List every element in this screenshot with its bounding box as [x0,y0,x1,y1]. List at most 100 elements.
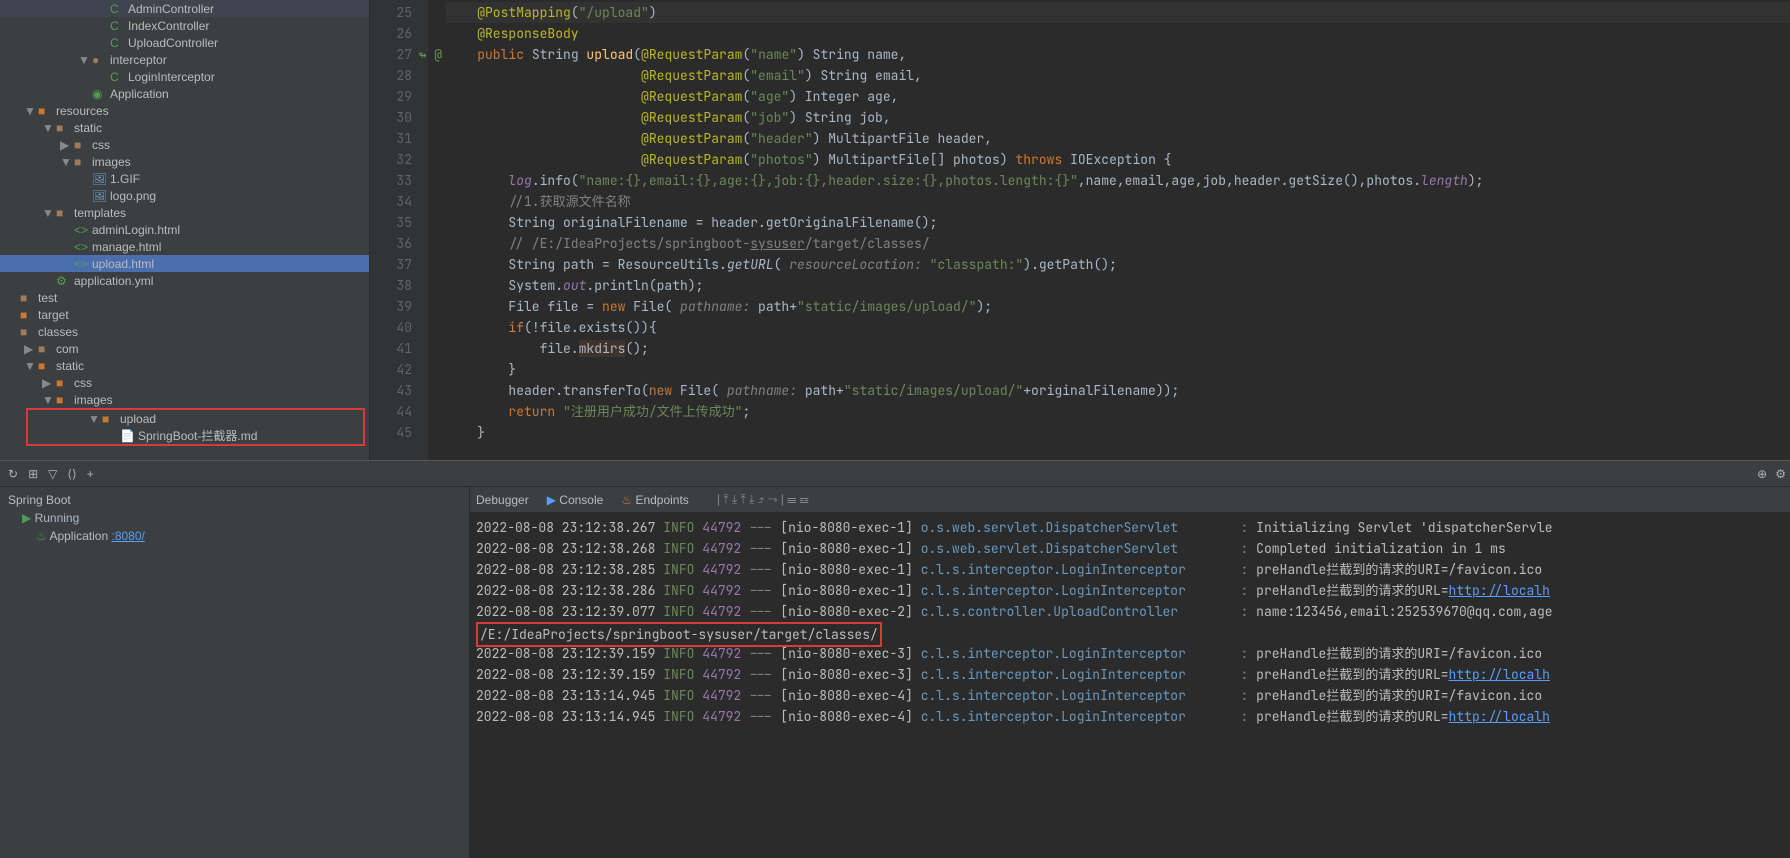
code-line[interactable]: @ResponseBody [446,23,1790,44]
tree-item[interactable]: ⚙application.yml [0,272,369,289]
tab-console[interactable]: ▶ Console [547,493,604,507]
code-line[interactable]: header.transferTo(new File( pathname: pa… [446,380,1790,401]
line-number[interactable]: 44 [370,401,412,422]
file-icon: C [110,2,124,16]
tree-item[interactable]: <>manage.html [0,238,369,255]
line-number[interactable]: 26 [370,23,412,44]
code-line[interactable]: File file = new File( pathname: path+"st… [446,296,1790,317]
tree-item[interactable]: ▼■static [0,357,369,374]
tree-item[interactable]: CLoginInterceptor [0,68,369,85]
tree-item[interactable]: 📄SpringBoot-拦截器.md [28,427,363,444]
line-number[interactable]: 39 [370,296,412,317]
settings-icon[interactable]: ⊕ [1757,467,1767,481]
add-icon[interactable]: + [87,467,94,481]
line-number[interactable]: 45 [370,422,412,443]
tree-item[interactable]: <>adminLogin.html [0,221,369,238]
line-number[interactable]: 41 [370,338,412,359]
tree-arrow-icon[interactable]: ▼ [24,104,36,118]
project-tree[interactable]: CAdminControllerCIndexControllerCUploadC… [0,0,370,460]
line-number[interactable]: 35 [370,212,412,233]
tree-item[interactable]: ▶■com [0,340,369,357]
tree-item[interactable]: ▼■templates [0,204,369,221]
tree-item[interactable]: ■target [0,306,369,323]
line-number[interactable]: 42 [370,359,412,380]
step-icons[interactable]: | ⤒ ⤓ ⤒ ⤓ ⤴ ⤳ | ☰ ☲ [717,492,809,507]
top-section: CAdminControllerCIndexControllerCUploadC… [0,0,1790,460]
tree-item[interactable]: CUploadController [0,34,369,51]
code-line[interactable]: file.mkdirs(); [446,338,1790,359]
code-line[interactable]: @RequestParam("age") Integer age, [446,86,1790,107]
code-line[interactable]: @RequestParam("photos") MultipartFile[] … [446,149,1790,170]
line-number[interactable]: 36 [370,233,412,254]
code-line[interactable]: public String upload(@RequestParam("name… [446,44,1790,65]
line-number[interactable]: 33 [370,170,412,191]
layout-icon[interactable]: ⊞ [28,467,38,481]
line-number[interactable]: 29 [370,86,412,107]
code-line[interactable]: } [446,422,1790,443]
tree-arrow-icon[interactable]: ▼ [88,412,100,426]
tree-arrow-icon[interactable]: ▶ [60,138,72,152]
line-number[interactable]: 38 [370,275,412,296]
tree-label: images [74,393,113,407]
tree-item[interactable]: CIndexController [0,17,369,34]
tree-arrow-icon[interactable]: ▶ [24,342,36,356]
tree-arrow-icon[interactable]: ▼ [42,121,54,135]
code-area[interactable]: @PostMapping("/upload") @ResponseBody pu… [428,0,1790,460]
tree-item[interactable]: ◉Application [0,85,369,102]
line-number[interactable]: 31 [370,128,412,149]
console-output[interactable]: 2022-08-08 23:12:38.267 INFO 44792 --- [… [470,513,1790,858]
tree-item[interactable]: ■test [0,289,369,306]
tree-item[interactable]: ▶■css [0,374,369,391]
tab-endpoints[interactable]: ♨ Endpoints [621,493,688,507]
file-icon: ■ [20,325,34,339]
tree-item[interactable]: 🖼1.GIF [0,170,369,187]
line-number[interactable]: 28 [370,65,412,86]
code-line[interactable]: System.out.println(path); [446,275,1790,296]
tree-arrow-icon[interactable]: ▼ [24,359,36,373]
tree-item[interactable]: ▼■upload [28,410,363,427]
line-number[interactable]: 25 [370,2,412,23]
tree-item[interactable]: ▼■static [0,119,369,136]
tree-item[interactable]: ▼■images [0,153,369,170]
code-line[interactable]: @RequestParam("email") String email, [446,65,1790,86]
tree-item[interactable]: CAdminController [0,0,369,17]
tree-arrow-icon[interactable]: ▼ [42,393,54,407]
code-line[interactable]: @PostMapping("/upload") [446,2,1790,23]
tree-item[interactable]: ■classes [0,323,369,340]
more-icon[interactable]: ⚙ [1775,467,1786,481]
scroll-icon[interactable]: ⟨⟩ [67,467,76,481]
tree-arrow-icon[interactable]: ▼ [42,206,54,220]
code-line[interactable]: @RequestParam("job") String job, [446,107,1790,128]
filter-icon[interactable]: ▽ [48,467,57,481]
code-line[interactable]: return "注册用户成功/文件上传成功"; [446,401,1790,422]
line-number[interactable]: 34 [370,191,412,212]
tree-item[interactable]: ▶■css [0,136,369,153]
code-line[interactable]: log.info("name:{},email:{},age:{},job:{}… [446,170,1790,191]
line-number[interactable]: 30 [370,107,412,128]
code-line[interactable]: @RequestParam("header") MultipartFile he… [446,128,1790,149]
line-number[interactable]: 27↬ @ [370,44,412,65]
gutter-annotation-icon[interactable]: ↬ @ [419,44,442,65]
tree-arrow-icon[interactable]: ▼ [60,155,72,169]
tree-item[interactable]: ▼■resources [0,102,369,119]
code-line[interactable]: String originalFilename = header.getOrig… [446,212,1790,233]
tree-item[interactable]: <>upload.html [0,255,369,272]
code-line[interactable]: // /E:/IdeaProjects/springboot-sysuser/t… [446,233,1790,254]
tree-item[interactable]: ▼●interceptor [0,51,369,68]
line-number[interactable]: 43 [370,380,412,401]
app-item[interactable]: ♨ Application :8080/ [8,527,461,545]
line-number[interactable]: 32 [370,149,412,170]
rerun-icon[interactable]: ↻ [8,467,18,481]
tree-item[interactable]: 🖼logo.png [0,187,369,204]
line-number[interactable]: 37 [370,254,412,275]
code-line[interactable]: } [446,359,1790,380]
tree-item[interactable]: ▼■images [0,391,369,408]
code-line[interactable]: String path = ResourceUtils.getURL( reso… [446,254,1790,275]
tree-arrow-icon[interactable]: ▶ [42,376,54,390]
code-line[interactable]: //1.获取源文件名称 [446,191,1790,212]
line-number[interactable]: 40 [370,317,412,338]
running-status: ▶ Running [8,509,461,527]
tree-arrow-icon[interactable]: ▼ [78,53,90,67]
code-line[interactable]: if(!file.exists()){ [446,317,1790,338]
tab-debugger[interactable]: Debugger [476,493,529,507]
